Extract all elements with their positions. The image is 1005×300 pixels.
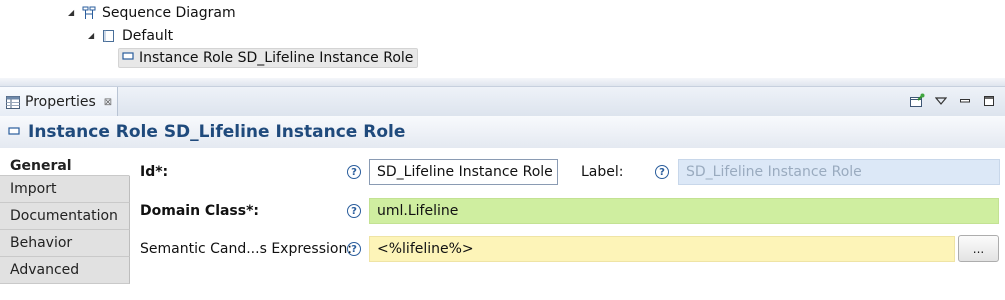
help-icon[interactable]: ? [347, 165, 361, 179]
section-tabs: General Import Documentation Behavior Ad… [0, 148, 130, 300]
help-icon[interactable]: ? [347, 242, 361, 256]
tab-properties[interactable]: Properties ⊠ [0, 87, 118, 117]
domain-class-label: Domain Class*: [140, 203, 260, 219]
view-menu-icon[interactable] [933, 93, 949, 109]
tree-item-label: Instance Role SD_Lifeline Instance Role [139, 50, 414, 66]
id-field[interactable]: SD_Lifeline Instance Role [369, 159, 558, 185]
label-label: Label: [581, 164, 624, 180]
tab-general[interactable]: General [0, 148, 130, 176]
general-form: Id*: ? SD_Lifeline Instance Role Label: … [130, 148, 1005, 300]
instance-role-icon [8, 127, 20, 135]
tab-properties-label: Properties [25, 94, 96, 110]
id-label: Id*: [140, 164, 169, 180]
semantic-candidates-field[interactable]: <%lifeline%> [369, 236, 955, 262]
selected-item-box[interactable]: Instance Role SD_Lifeline Instance Role [118, 48, 419, 68]
tree-item-default[interactable]: ◢ Default [88, 26, 173, 46]
page-title: Instance Role SD_Lifeline Instance Role [28, 122, 406, 142]
maximize-icon[interactable] [981, 93, 997, 109]
sequence-diagram-icon [82, 6, 96, 19]
view-sash[interactable] [0, 78, 1005, 86]
label-field: SD_Lifeline Instance Role [678, 159, 1000, 185]
tree-item-sequence-diagram[interactable]: ◢ Sequence Diagram [68, 3, 236, 23]
expand-triangle-icon[interactable]: ◢ [88, 31, 98, 41]
tree-item-instance-role[interactable]: Instance Role SD_Lifeline Instance Role [118, 48, 419, 68]
model-tree: ◢ Sequence Diagram ◢ Default Instance Ro… [0, 0, 1005, 78]
domain-class-field[interactable]: uml.Lifeline [369, 198, 999, 224]
tree-item-label: Default [122, 28, 174, 44]
close-icon[interactable]: ⊠ [104, 97, 112, 108]
properties-title-bar: Instance Role SD_Lifeline Instance Role [0, 116, 1005, 148]
help-icon[interactable]: ? [655, 165, 669, 179]
view-toolbar [909, 93, 997, 109]
properties-icon [6, 95, 20, 109]
semantic-candidates-label: Semantic Cand...s Expression: [140, 241, 353, 257]
help-icon[interactable]: ? [347, 204, 361, 218]
expand-triangle-icon[interactable]: ◢ [68, 8, 78, 18]
tab-advanced[interactable]: Advanced [0, 257, 130, 284]
properties-view-tabbar: Properties ⊠ [0, 86, 1005, 117]
instance-role-icon [122, 52, 134, 60]
tab-documentation[interactable]: Documentation [0, 203, 130, 230]
pin-icon[interactable] [909, 93, 925, 109]
layer-icon [103, 30, 114, 42]
browse-button[interactable]: ... [958, 235, 999, 262]
tab-behavior[interactable]: Behavior [0, 230, 130, 257]
tab-import[interactable]: Import [0, 176, 130, 203]
minimize-icon[interactable] [957, 93, 973, 109]
tree-item-label: Sequence Diagram [102, 5, 236, 21]
